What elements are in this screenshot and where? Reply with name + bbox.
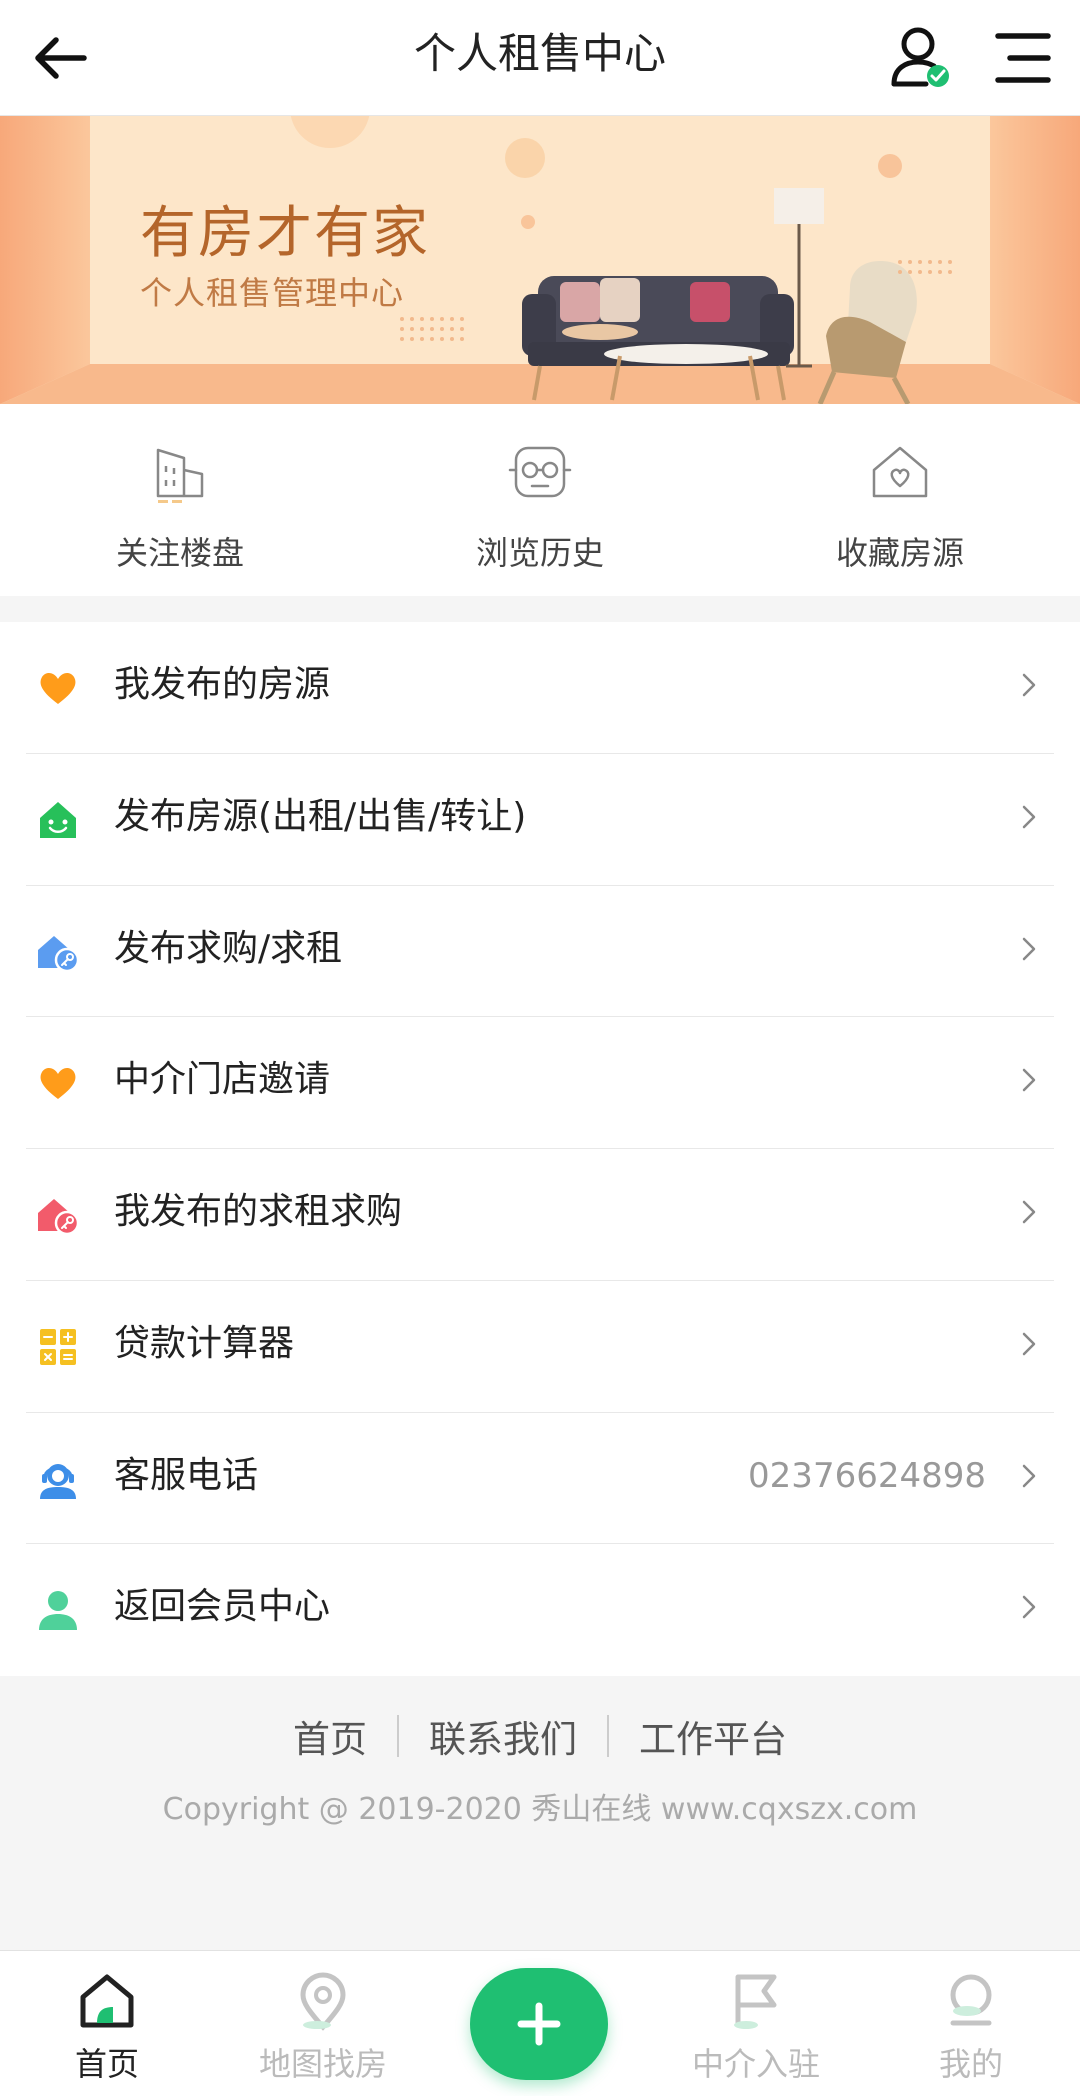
glasses-face-icon xyxy=(508,446,572,498)
hamburger-menu-icon xyxy=(995,33,1051,83)
tab-home[interactable]: 首页 xyxy=(7,1951,207,2096)
menu-item-label: 发布求购/求租 xyxy=(114,927,343,969)
customer-service-icon xyxy=(40,1463,76,1499)
menu-item-member-center[interactable]: 返回会员中心 xyxy=(26,1544,1054,1676)
chevron-right-icon xyxy=(1022,1332,1036,1355)
menu-item-publish-listing[interactable]: 发布房源(出租/出售/转让) xyxy=(26,754,1054,886)
menu-item-publish-request[interactable]: 发布求购/求租 xyxy=(26,886,1054,1018)
flag-icon xyxy=(734,1974,777,2029)
top-bar: 个人租售中心 xyxy=(0,0,1080,116)
shortcut-favorites[interactable]: 收藏房源 xyxy=(720,404,1080,596)
menu-item-my-requests[interactable]: 我发布的求租求购 xyxy=(26,1149,1054,1281)
chevron-right-icon xyxy=(1022,1596,1036,1619)
plus-icon xyxy=(517,2002,561,2046)
house-smile-icon xyxy=(40,801,76,838)
menu-list: 我发布的房源 发布房源(出租/出售/转让) 发布求购/求租 中介门店邀请 我发布… xyxy=(0,622,1080,1676)
chevron-right-icon xyxy=(1022,673,1036,697)
house-heart-icon xyxy=(872,446,928,498)
tab-agency[interactable]: 中介入驻 xyxy=(656,1951,856,2096)
footer-link-home[interactable]: 首页 xyxy=(263,1709,397,1763)
menu-item-label: 贷款计算器 xyxy=(114,1322,295,1364)
menu-item-my-listings[interactable]: 我发布的房源 xyxy=(26,622,1054,754)
tab-label: 中介入驻 xyxy=(691,2045,820,2083)
chevron-right-icon xyxy=(1022,1200,1036,1224)
menu-item-label: 我发布的房源 xyxy=(114,664,331,705)
banner-title: 有房才有家 xyxy=(140,201,430,266)
building-icon xyxy=(156,448,204,503)
shortcut-label: 浏览历史 xyxy=(475,534,604,572)
shortcut-followed-buildings[interactable]: 关注楼盘 xyxy=(0,404,360,596)
menu-item-label: 客服电话 xyxy=(114,1454,259,1496)
banner-subtitle: 个人租售管理中心 xyxy=(140,274,405,312)
menu-item-label: 返回会员中心 xyxy=(114,1586,331,1628)
tab-label: 我的 xyxy=(938,2045,1003,2083)
chevron-right-icon xyxy=(1022,805,1036,828)
profile-icon xyxy=(950,1974,992,2026)
tab-mine[interactable]: 我的 xyxy=(871,1951,1071,2096)
menu-item-customer-service[interactable]: 客服电话 02376624898 xyxy=(26,1413,1054,1545)
house-key-icon xyxy=(38,1199,80,1236)
user-verified-icon xyxy=(891,27,949,87)
shortcut-row: 关注楼盘 浏览历史 收藏房源 xyxy=(0,404,1080,596)
chevron-right-icon xyxy=(1022,1069,1036,1092)
footer-link-workbench[interactable]: 工作平台 xyxy=(609,1709,817,1763)
calculator-icon xyxy=(40,1328,76,1365)
chevron-right-icon xyxy=(1022,937,1036,960)
shortcut-label: 收藏房源 xyxy=(835,534,964,572)
add-button[interactable] xyxy=(470,1968,608,2080)
page: 个人租售中心 有房才有家 个人租售管理中心 关注楼盘 浏览历史 收藏房源 我发布… xyxy=(0,0,1080,2096)
shortcut-label: 关注楼盘 xyxy=(115,534,244,572)
tab-map[interactable]: 地图找房 xyxy=(223,1951,423,2096)
user-button[interactable] xyxy=(886,24,956,94)
footer-links: 首页 联系我们 工作平台 xyxy=(0,1676,1080,1796)
shortcut-history[interactable]: 浏览历史 xyxy=(360,404,720,596)
member-icon xyxy=(39,1591,77,1631)
footer-link-contact[interactable]: 联系我们 xyxy=(399,1709,607,1763)
menu-item-label: 我发布的求租求购 xyxy=(114,1191,403,1232)
tab-label: 地图找房 xyxy=(258,2045,387,2083)
copyright-text: Copyright @ 2019-2020 秀山在线 www.cqxszx.co… xyxy=(162,1792,918,1827)
heart-icon xyxy=(40,673,76,704)
home-icon xyxy=(80,1974,134,2028)
map-pin-icon xyxy=(300,1972,346,2031)
tab-label: 首页 xyxy=(74,2045,139,2083)
menu-item-loan-calculator[interactable]: 贷款计算器 xyxy=(26,1281,1054,1413)
menu-item-label: 发布房源(出租/出售/转让) xyxy=(114,795,527,837)
phone-number[interactable]: 02376624898 xyxy=(748,1413,986,1539)
menu-item-label: 中介门店邀请 xyxy=(114,1059,331,1101)
promo-banner[interactable]: 有房才有家 个人租售管理中心 xyxy=(0,116,1080,404)
menu-item-agency-invite[interactable]: 中介门店邀请 xyxy=(26,1017,1054,1149)
heart-icon xyxy=(40,1068,76,1100)
menu-button[interactable] xyxy=(988,24,1058,94)
chevron-right-icon xyxy=(1022,1464,1036,1487)
house-key-icon xyxy=(38,935,80,972)
